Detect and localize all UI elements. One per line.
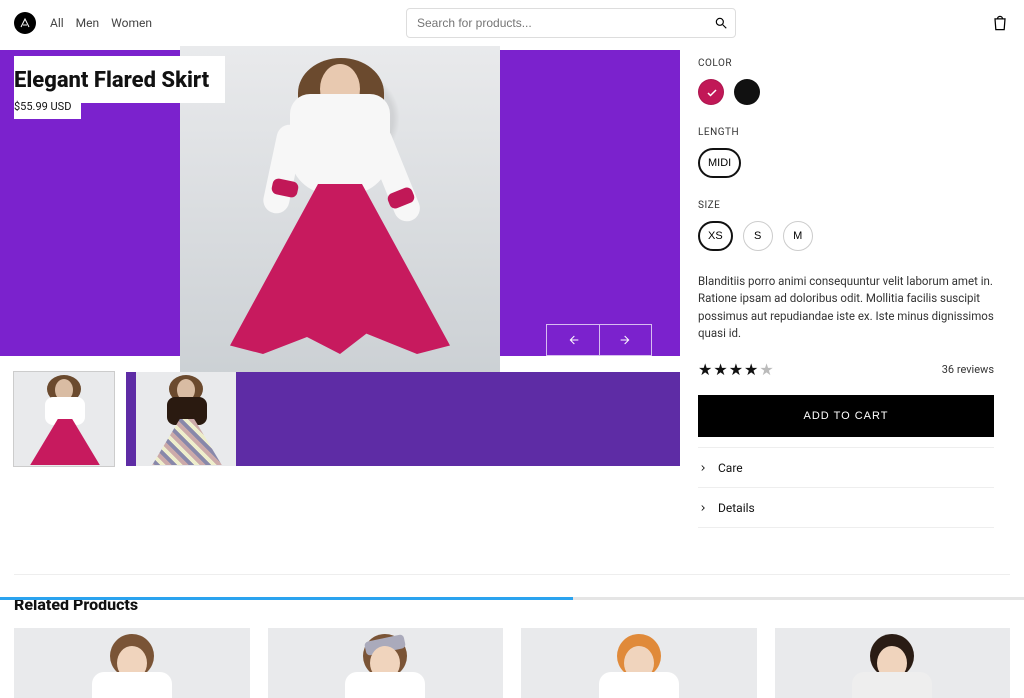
check-icon: [705, 87, 719, 99]
search-icon[interactable]: [714, 16, 728, 30]
chevron-right-icon: [698, 463, 708, 473]
size-option-m[interactable]: M: [783, 221, 813, 251]
related-card-2[interactable]: [268, 628, 504, 698]
accordion-details-label: Details: [718, 501, 755, 515]
info-accordion: Care Details: [698, 447, 994, 528]
thumbnail-2[interactable]: [136, 372, 236, 466]
add-to-cart-button[interactable]: ADD TO CART: [698, 395, 994, 437]
thumbnail-row: [14, 372, 236, 466]
related-card-1[interactable]: [14, 628, 250, 698]
gallery-pager: [546, 324, 652, 356]
nav-all[interactable]: All: [50, 16, 64, 30]
accordion-details[interactable]: Details: [698, 488, 994, 528]
logo-icon: [19, 17, 31, 29]
accordion-care[interactable]: Care: [698, 448, 994, 488]
rating-stars: ★★★★★: [698, 360, 775, 379]
product-description: Blanditiis porro animi consequuntur veli…: [698, 273, 994, 342]
product-options-panel: COLOR LENGTH MIDI SIZE XS S M Blanditiis…: [680, 46, 1010, 528]
accordion-care-label: Care: [718, 461, 743, 475]
color-swatch-pink[interactable]: [698, 79, 724, 105]
search-container: [152, 8, 990, 38]
length-label: LENGTH: [698, 127, 994, 138]
product-price: $55.99 USD: [14, 96, 81, 119]
review-count[interactable]: 36 reviews: [942, 363, 994, 376]
chevron-right-icon: [698, 503, 708, 513]
thumbnail-1[interactable]: [14, 372, 114, 466]
length-options: MIDI: [698, 148, 994, 178]
gallery-prev-button[interactable]: [547, 325, 599, 355]
nav-men[interactable]: Men: [76, 16, 99, 30]
gallery-next-button[interactable]: [599, 325, 651, 355]
model-figure: [220, 54, 460, 394]
related-card-3[interactable]: [521, 628, 757, 698]
color-swatch-black[interactable]: [734, 79, 760, 105]
search-input[interactable]: [406, 8, 736, 38]
brand-logo[interactable]: [14, 12, 36, 34]
color-swatches: [698, 79, 994, 105]
arrow-right-icon: [618, 332, 634, 348]
primary-nav: All Men Women: [50, 16, 152, 30]
color-label: COLOR: [698, 58, 994, 69]
arrow-left-icon: [565, 332, 581, 348]
product-title: Elegant Flared Skirt: [14, 68, 209, 93]
size-option-xs[interactable]: XS: [698, 221, 733, 251]
product-gallery: Elegant Flared Skirt $55.99 USD: [0, 46, 680, 528]
header: All Men Women: [0, 0, 1024, 46]
length-option-midi[interactable]: MIDI: [698, 148, 741, 178]
shopping-bag-icon[interactable]: [990, 13, 1010, 33]
related-card-4[interactable]: [775, 628, 1011, 698]
nav-women[interactable]: Women: [111, 16, 152, 30]
product-main-image: [180, 46, 500, 406]
size-option-s[interactable]: S: [743, 221, 773, 251]
size-options: XS S M: [698, 221, 994, 251]
related-products: Related Products: [0, 575, 1024, 698]
size-label: SIZE: [698, 200, 994, 211]
